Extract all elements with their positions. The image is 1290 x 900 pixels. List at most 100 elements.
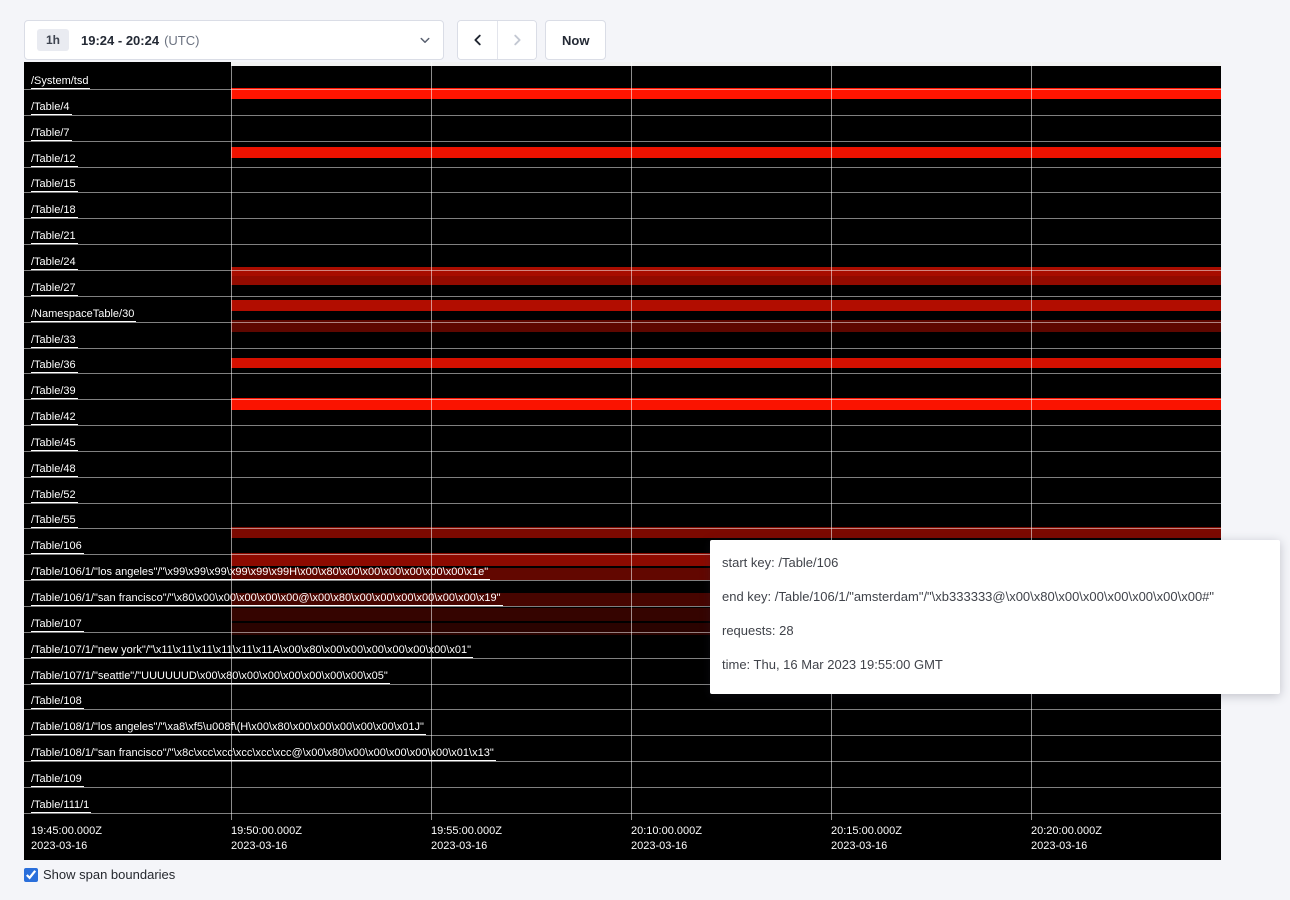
span-boundary-line <box>24 322 1221 323</box>
axis-date: 2023-03-16 <box>831 839 902 854</box>
axis-time: 19:45:00.000Z <box>31 825 102 837</box>
heat-band <box>231 267 1221 276</box>
time-range-selector[interactable]: 1h 19:24 - 20:24 (UTC) <box>24 20 444 60</box>
span-boundary-line <box>24 399 1221 400</box>
time-gridline <box>631 62 632 820</box>
heat-band <box>231 300 1221 311</box>
tooltip-requests: requests: 28 <box>722 621 1268 641</box>
span-boundary-line <box>24 192 1221 193</box>
next-time-button[interactable] <box>497 21 536 59</box>
x-axis-label: 20:10:00.000Z 2023-03-16 <box>631 824 702 854</box>
span-boundary-line <box>24 141 1221 142</box>
axis-time: 19:50:00.000Z <box>231 825 302 837</box>
row-label: /Table/45 <box>31 436 78 451</box>
row-label: /Table/52 <box>31 488 78 503</box>
axis-date: 2023-03-16 <box>1031 839 1102 854</box>
heatmap-tooltip: start key: /Table/106 end key: /Table/10… <box>710 540 1280 694</box>
time-gridline <box>231 62 232 820</box>
tooltip-start-key: start key: /Table/106 <box>722 553 1268 573</box>
span-boundary-line <box>24 709 1221 710</box>
span-boundary-line <box>24 761 1221 762</box>
time-range-text: 19:24 - 20:24 <box>81 33 159 48</box>
show-span-boundaries: Show span boundaries <box>24 867 175 882</box>
heat-band <box>231 147 1221 158</box>
span-boundary-line <box>24 167 1221 168</box>
row-label: /Table/33 <box>31 333 78 348</box>
row-label: /Table/107/1/"new york"/"\x11\x11\x11\x1… <box>31 643 473 658</box>
heat-band <box>231 358 1221 368</box>
span-boundary-line <box>24 89 1221 90</box>
axis-time: 20:15:00.000Z <box>831 825 902 837</box>
show-span-boundaries-checkbox[interactable] <box>24 868 38 882</box>
span-boundary-line <box>24 373 1221 374</box>
span-boundary-line <box>24 115 1221 116</box>
span-boundary-line <box>24 348 1221 349</box>
span-boundary-line <box>24 296 1221 297</box>
x-axis-label: 19:45:00.000Z2023-03-16 <box>31 824 102 854</box>
prev-time-button[interactable] <box>458 21 497 59</box>
heat-band <box>231 62 1221 66</box>
span-boundary-line <box>24 735 1221 736</box>
tooltip-time: time: Thu, 16 Mar 2023 19:55:00 GMT <box>722 655 1268 675</box>
row-label: /System/tsd <box>31 74 90 89</box>
row-label: /Table/42 <box>31 410 78 425</box>
axis-date: 2023-03-16 <box>631 839 702 854</box>
time-gridline <box>831 62 832 820</box>
span-boundary-line <box>24 451 1221 452</box>
span-boundary-line <box>24 813 1221 814</box>
x-axis-label: 19:55:00.000Z 2023-03-16 <box>431 824 502 854</box>
time-nav-group <box>457 20 537 60</box>
row-label: /Table/15 <box>31 177 78 192</box>
span-boundary-line <box>24 503 1221 504</box>
span-boundary-line <box>24 528 1221 529</box>
row-label: /Table/24 <box>31 255 78 270</box>
row-label: /Table/36 <box>31 358 78 373</box>
row-label: /Table/109 <box>31 772 84 787</box>
axis-date: 2023-03-16 <box>231 839 302 854</box>
x-axis-label: 20:20:00.000Z 2023-03-16 <box>1031 824 1102 854</box>
row-label: /Table/106/1/"san francisco"/"\x80\x00\x… <box>31 591 503 606</box>
axis-time: 20:10:00.000Z <box>631 825 702 837</box>
row-label: /Table/7 <box>31 126 72 141</box>
toolbar: 1h 19:24 - 20:24 (UTC) Now <box>0 0 1290 62</box>
time-gridline <box>1031 62 1032 820</box>
tooltip-end-key: end key: /Table/106/1/"amsterdam"/"\xb33… <box>722 587 1268 607</box>
row-label: /Table/55 <box>31 513 78 528</box>
duration-badge: 1h <box>37 29 69 51</box>
row-label: /Table/108 <box>31 694 84 709</box>
span-boundary-line <box>24 270 1221 271</box>
row-label: /Table/39 <box>31 384 78 399</box>
timezone-text: (UTC) <box>164 33 199 48</box>
span-boundary-line <box>24 244 1221 245</box>
row-label: /Table/108/1/"los angeles"/"\xa8\xf5\u00… <box>31 720 426 735</box>
show-span-boundaries-label[interactable]: Show span boundaries <box>43 867 175 882</box>
span-boundary-line <box>24 787 1221 788</box>
chevron-right-icon <box>510 33 524 47</box>
axis-time: 20:20:00.000Z <box>1031 825 1102 837</box>
span-boundary-line <box>24 218 1221 219</box>
chevron-left-icon <box>471 33 485 47</box>
row-label: /Table/12 <box>31 152 78 167</box>
row-label: /Table/106/1/"los angeles"/"\x99\x99\x99… <box>31 565 490 580</box>
row-label: /Table/48 <box>31 462 78 477</box>
row-label: /Table/21 <box>31 229 78 244</box>
row-label: /Table/107/1/"seattle"/"UUUUUUD\x00\x80\… <box>31 669 390 684</box>
x-axis-label: 20:15:00.000Z 2023-03-16 <box>831 824 902 854</box>
axis-date: 2023-03-16 <box>431 839 502 854</box>
row-label: /Table/107 <box>31 617 84 632</box>
span-boundary-line <box>24 477 1221 478</box>
time-gridline <box>431 62 432 820</box>
row-label: /Table/111/1 <box>31 798 91 813</box>
x-axis-label: 19:50:00.000Z 2023-03-16 <box>231 824 302 854</box>
chevron-down-icon <box>419 34 431 46</box>
span-boundary-line <box>24 425 1221 426</box>
keyvis-heatmap[interactable]: /System/tsd/Table/4/Table/7/Table/12/Tab… <box>24 62 1221 860</box>
heat-band <box>231 276 1221 285</box>
now-button[interactable]: Now <box>545 20 606 60</box>
row-label: /Table/27 <box>31 281 78 296</box>
axis-time: 19:55:00.000Z <box>431 825 502 837</box>
row-label: /NamespaceTable/30 <box>31 307 136 322</box>
row-label: /Table/108/1/"san francisco"/"\x8c\xcc\x… <box>31 746 496 761</box>
row-label: /Table/18 <box>31 203 78 218</box>
row-label: /Table/106 <box>31 539 84 554</box>
